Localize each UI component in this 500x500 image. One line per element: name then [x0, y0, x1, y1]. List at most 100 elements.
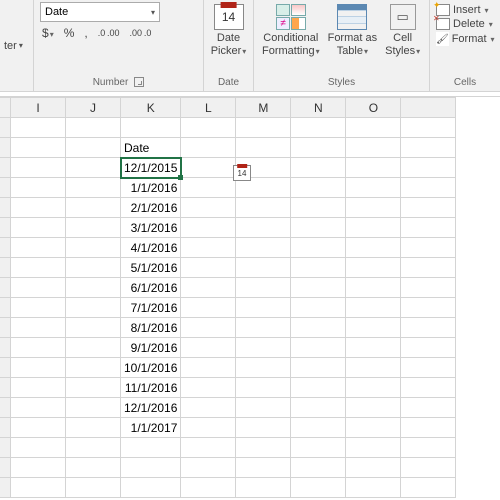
grid-row[interactable]: 7/1/2016 [0, 298, 456, 318]
cell[interactable] [401, 458, 456, 478]
cell[interactable] [346, 438, 401, 458]
cell[interactable] [181, 258, 236, 278]
grid-row[interactable]: 12/1/2015 [0, 158, 456, 178]
grid-row[interactable] [0, 478, 456, 498]
cell[interactable] [346, 338, 401, 358]
row-header[interactable] [0, 198, 11, 218]
cell[interactable] [236, 318, 291, 338]
cell[interactable] [181, 178, 236, 198]
cell[interactable]: 5/1/2016 [121, 258, 181, 278]
cell[interactable] [346, 258, 401, 278]
cell[interactable] [401, 438, 456, 458]
cell[interactable] [11, 278, 66, 298]
cell[interactable] [181, 438, 236, 458]
cell[interactable] [401, 118, 456, 138]
date-picker-button[interactable]: 14 Date Picker▾ [210, 2, 247, 57]
cell[interactable] [401, 338, 456, 358]
cell[interactable] [66, 158, 121, 178]
cell[interactable] [66, 398, 121, 418]
cell[interactable] [66, 198, 121, 218]
cell[interactable] [346, 398, 401, 418]
grid-row[interactable] [0, 438, 456, 458]
row-header[interactable] [0, 318, 11, 338]
cell[interactable] [236, 198, 291, 218]
cell[interactable] [11, 298, 66, 318]
cell[interactable] [346, 218, 401, 238]
cell[interactable] [236, 338, 291, 358]
active-cell[interactable]: 12/1/2015 [121, 158, 181, 178]
cell[interactable] [236, 278, 291, 298]
cell[interactable] [291, 418, 346, 438]
cell[interactable] [11, 438, 66, 458]
row-header[interactable] [0, 238, 11, 258]
dialog-launcher-icon[interactable] [134, 77, 144, 87]
comma-button[interactable]: , [82, 26, 89, 40]
cell[interactable]: 1/1/2017 [121, 418, 181, 438]
cell[interactable] [181, 158, 236, 178]
cell-styles-button[interactable]: ▭ Cell Styles▾ [383, 2, 422, 57]
grid-row[interactable]: 4/1/2016 [0, 238, 456, 258]
row-header[interactable] [0, 418, 11, 438]
cell[interactable] [401, 198, 456, 218]
grid-row[interactable]: 12/1/2016 [0, 398, 456, 418]
cell[interactable] [401, 358, 456, 378]
cell[interactable] [401, 178, 456, 198]
format-as-table-button[interactable]: Format as Table▾ [326, 2, 380, 57]
cell[interactable] [181, 198, 236, 218]
cell[interactable] [401, 258, 456, 278]
currency-button[interactable]: $▾ [40, 26, 56, 40]
cell[interactable] [291, 318, 346, 338]
cell[interactable] [11, 358, 66, 378]
grid-row[interactable]: 2/1/2016 [0, 198, 456, 218]
cell[interactable] [11, 118, 66, 138]
row-header[interactable] [0, 138, 11, 158]
cell[interactable] [401, 378, 456, 398]
cell[interactable] [401, 298, 456, 318]
cell[interactable] [346, 458, 401, 478]
grid-row[interactable]: 11/1/2016 [0, 378, 456, 398]
cell[interactable] [291, 438, 346, 458]
cell[interactable] [346, 478, 401, 498]
cell[interactable] [11, 418, 66, 438]
cell[interactable] [181, 218, 236, 238]
col-header[interactable]: O [346, 98, 401, 118]
cell[interactable] [181, 478, 236, 498]
cell[interactable] [11, 178, 66, 198]
cell[interactable] [291, 198, 346, 218]
col-header[interactable]: I [11, 98, 66, 118]
column-header-row[interactable]: I J K L M N O [0, 98, 456, 118]
cell[interactable] [401, 238, 456, 258]
cell[interactable] [236, 118, 291, 138]
cell[interactable] [236, 138, 291, 158]
grid-row[interactable] [0, 458, 456, 478]
cell[interactable] [181, 118, 236, 138]
grid-row[interactable]: 6/1/2016 [0, 278, 456, 298]
cell[interactable] [401, 398, 456, 418]
cell[interactable] [291, 238, 346, 258]
cell[interactable]: 10/1/2016 [121, 358, 181, 378]
cell[interactable] [66, 258, 121, 278]
cell[interactable] [346, 138, 401, 158]
grid-row[interactable]: 9/1/2016 [0, 338, 456, 358]
format-button[interactable]: Format▾ [436, 32, 494, 46]
cell[interactable] [401, 138, 456, 158]
cell[interactable] [291, 298, 346, 318]
cell[interactable] [66, 278, 121, 298]
row-header[interactable] [0, 218, 11, 238]
cell[interactable] [181, 418, 236, 438]
cell[interactable] [121, 458, 181, 478]
cell[interactable] [291, 458, 346, 478]
cell[interactable] [66, 338, 121, 358]
number-format-select[interactable]: Date ▾ [40, 2, 160, 22]
cell[interactable] [346, 158, 401, 178]
percent-button[interactable]: % [62, 26, 77, 40]
cell[interactable] [346, 238, 401, 258]
cell[interactable] [11, 378, 66, 398]
grid-row[interactable]: 5/1/2016 [0, 258, 456, 278]
cell[interactable] [346, 318, 401, 338]
cell[interactable] [291, 378, 346, 398]
cell[interactable] [66, 378, 121, 398]
cell[interactable]: 1/1/2016 [121, 178, 181, 198]
cell[interactable] [346, 358, 401, 378]
cell[interactable] [66, 118, 121, 138]
